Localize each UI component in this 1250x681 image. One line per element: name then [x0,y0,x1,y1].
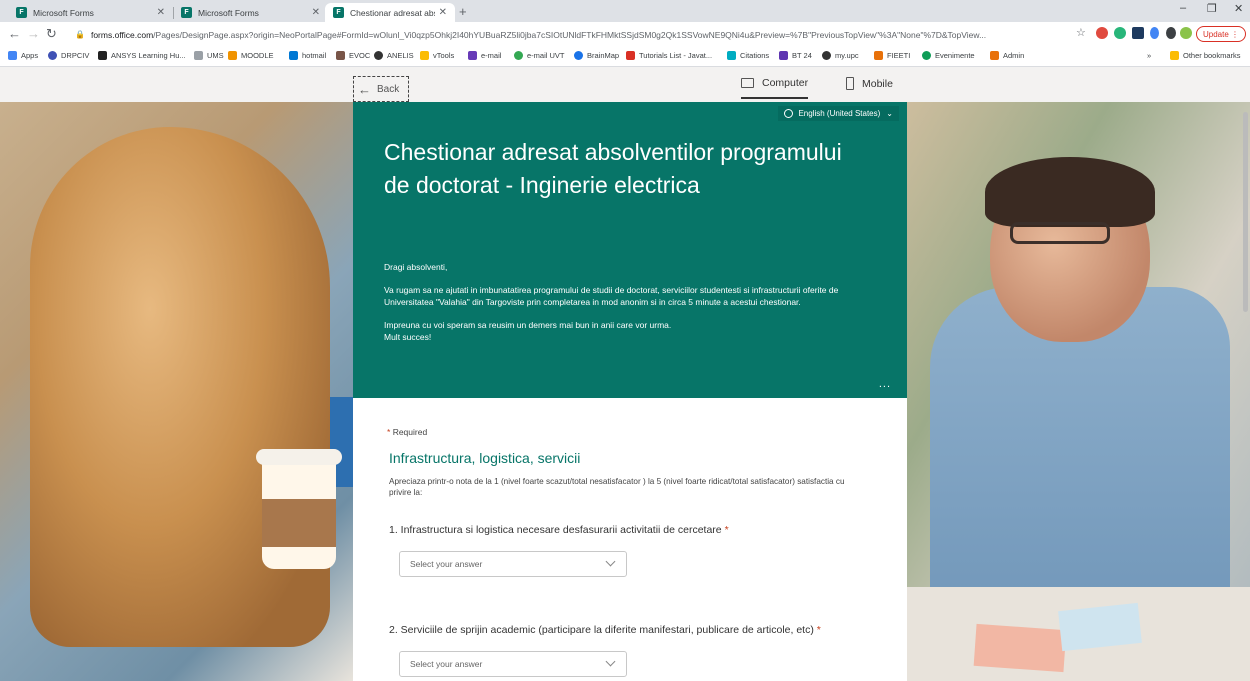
chevron-down-icon [605,556,616,567]
bookmark-item[interactable]: hotmail [289,51,326,60]
globe-icon [784,109,794,118]
bookmark-item[interactable]: MOODLE [228,51,274,60]
more-bookmarks-button[interactable]: » [1147,51,1151,60]
url-host: forms.office.com [90,29,154,40]
browser-tab-active[interactable]: F Chestionar adresat absolventilor ✕ [325,3,455,22]
forms-icon: F [333,7,344,18]
address-bar[interactable]: 🔒 forms.office.com /Pages/DesignPage.asp… [75,25,1175,44]
forward-icon[interactable]: → [27,26,40,41]
bookmark-item[interactable]: DRPCIV [48,51,89,60]
forms-icon: F [16,7,27,18]
page-scrollbar[interactable] [1243,112,1248,312]
bookmark-item[interactable]: BT 24 [779,51,812,60]
back-button[interactable]: ← Back [353,76,409,102]
more-options-icon[interactable]: ... [879,378,891,390]
tab-title: Microsoft Forms [198,7,259,18]
bookmark-item[interactable]: e-mail [468,51,501,60]
extension-icon[interactable] [1114,27,1126,39]
browser-tab[interactable]: F Microsoft Forms ✕ [8,3,174,22]
bookmark-item[interactable]: Tutorials List - Javat... [626,51,712,60]
question-1-dropdown[interactable]: Select your answer [399,551,627,577]
url-path: /Pages/DesignPage.aspx?origin=NeoPortalP… [153,29,987,40]
question-1: 1. Infrastructura si logistica necesare … [389,524,729,536]
bookmark-item[interactable]: my.upc [822,51,859,60]
close-icon[interactable]: ✕ [439,7,447,18]
language-selector[interactable]: English (United States) ⌄ [778,106,899,121]
other-bookmarks[interactable]: Other bookmarks [1170,51,1241,60]
form-body: * Required Infrastructura, logistica, se… [353,398,907,681]
browser-toolbar: ← → ↻ 🔒 forms.office.com /Pages/DesignPa… [0,22,1250,47]
tab-title: Chestionar adresat absolventilor [350,7,435,18]
form-description: Dragi absolventi, Va rugam sa ne ajutati… [384,262,839,342]
maximize-icon[interactable]: ❐ [1207,2,1217,15]
section-description: Apreciaza printr-o nota de la 1 (nivel f… [389,477,845,497]
profile-avatar[interactable] [1180,27,1192,39]
bookmark-item[interactable]: e-mail UVT [514,51,565,60]
chevron-down-icon [605,656,616,667]
preview-bar: ← Back Computer Mobile [0,67,1250,102]
lock-icon: 🔒 [75,30,85,39]
star-icon[interactable]: ☆ [1076,26,1086,39]
page-content: ← Back Computer Mobile English (United S… [0,67,1250,681]
tab-computer[interactable]: Computer [741,77,809,99]
form-header: English (United States) ⌄ Chestionar adr… [353,102,907,398]
bookmark-item[interactable]: ANSYS Learning Hu... [98,51,186,60]
tab-title: Microsoft Forms [33,7,94,18]
bookmark-item[interactable]: Evenimente [922,51,975,60]
bookmark-item[interactable]: Citations [727,51,769,60]
section-title: Infrastructura, logistica, servicii [389,450,581,466]
computer-icon [741,78,754,88]
update-button[interactable]: Update ⋮ [1196,26,1247,42]
bookmark-item[interactable]: EVOC [336,51,370,60]
bookmark-item[interactable]: Admin [990,51,1024,60]
required-note: * Required [387,427,428,437]
question-2: 2. Serviciile de sprijin academic (parti… [389,624,821,636]
bookmark-item[interactable]: BrainMap [574,51,619,60]
extension-icon[interactable] [1150,27,1159,39]
extensions-puzzle-icon[interactable] [1166,27,1176,39]
background-woman [30,127,330,647]
extension-icon[interactable] [1132,27,1144,39]
bookmark-item[interactable]: vTools [420,51,454,60]
minimize-icon[interactable]: – [1180,2,1186,14]
chevron-down-icon: ⌄ [886,109,893,118]
reload-icon[interactable]: ↻ [46,26,57,42]
arrow-left-icon: ← [358,81,371,97]
bookmark-item[interactable]: ANELIS [374,51,414,60]
bookmark-item[interactable]: UMS [194,51,224,60]
close-icon[interactable]: ✕ [157,7,165,18]
back-icon[interactable]: ← [8,26,21,41]
mobile-icon [846,77,854,90]
browser-tab[interactable]: F Microsoft Forms ✕ [173,3,328,22]
bookmarks-bar: Apps DRPCIV ANSYS Learning Hu... UMS MOO… [0,47,1250,67]
forms-icon: F [181,7,192,18]
bookmark-item[interactable]: FIEETI [874,51,910,60]
window-close-icon[interactable]: ✕ [1234,2,1243,15]
close-icon[interactable]: ✕ [312,7,320,18]
form-title: Chestionar adresat absolventilor program… [384,139,842,198]
question-2-dropdown[interactable]: Select your answer [399,651,627,677]
new-tab-icon[interactable]: + [459,4,467,19]
extension-icon[interactable] [1096,27,1108,39]
browser-tab-strip: F Microsoft Forms ✕ F Microsoft Forms ✕ … [0,0,1250,22]
bookmark-apps[interactable]: Apps [8,51,38,60]
tab-mobile[interactable]: Mobile [846,77,893,90]
